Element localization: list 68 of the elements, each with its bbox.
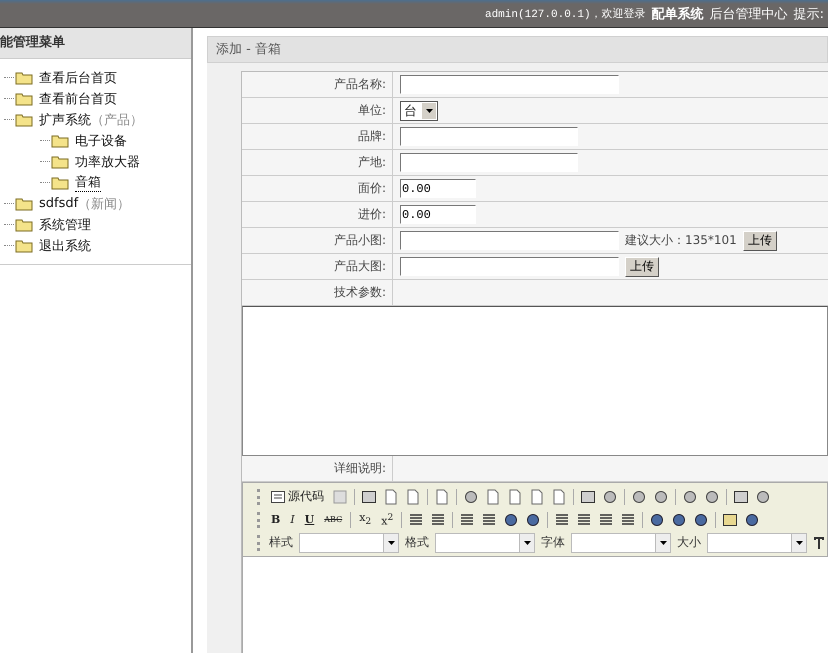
upload-button[interactable]: 上传 (742, 230, 777, 250)
source-button[interactable]: 源代码 (269, 488, 326, 505)
document-lines-icon (271, 490, 285, 502)
dropdown-label: 大小 (677, 534, 701, 551)
folder-icon (15, 238, 33, 252)
folder-icon (51, 134, 69, 148)
field-label: 单位: (242, 98, 393, 123)
hint-label: 提示: (794, 6, 824, 22)
field-label: 产地: (242, 150, 393, 175)
welcome-text: admin(127.0.0.1)，欢迎登录 (484, 6, 646, 21)
format-button[interactable]: B (269, 513, 282, 526)
sidebar-title: 能管理菜单 (0, 28, 191, 59)
dropdown-arrow-icon (524, 540, 530, 544)
dropdown-label: 样式 (269, 534, 293, 551)
system-name: 配单系统 (652, 6, 704, 22)
folder-icon (15, 70, 33, 84)
tree-item[interactable]: 退出系统 (39, 236, 91, 254)
input-field[interactable] (400, 127, 578, 146)
folder-icon (51, 176, 69, 190)
field-label: 产品大图: (242, 254, 393, 279)
document-icon[interactable] (434, 488, 450, 504)
field-label: 产品名称: (242, 72, 393, 97)
upload-button[interactable]: 上传 (625, 256, 659, 276)
tree-item-note: （新闻） (78, 196, 130, 212)
field-label: 品牌: (242, 124, 393, 149)
field-label: 面价: (242, 176, 393, 201)
tree-item[interactable]: 查看后台首页 (39, 68, 117, 86)
tree-item[interactable]: 扩声系统 (39, 110, 91, 128)
dropdown-label: 字体 (541, 534, 565, 551)
input-field[interactable]: 0.00 (400, 179, 476, 198)
tree-item[interactable]: 电子设备 (75, 132, 127, 150)
field-label: 技术参数: (242, 280, 393, 305)
format-button[interactable]: ABC (322, 515, 344, 524)
dropdown-label: 格式 (405, 534, 429, 551)
input-field[interactable] (400, 153, 578, 172)
tree-item[interactable]: 功率放大器 (75, 152, 140, 170)
input-field[interactable]: 0.00 (400, 205, 476, 224)
tree-item[interactable]: sdfsdf (39, 196, 78, 211)
format-button[interactable]: U (302, 513, 316, 526)
script-button[interactable]: x$_{2}$ (357, 511, 374, 528)
field-label: 产品小图: (242, 228, 393, 253)
admin-center-label: 后台管理中心 (710, 6, 788, 22)
size-hint: 建议大小：135*101 (625, 232, 737, 249)
tree-item[interactable]: 系统管理 (39, 216, 91, 234)
text-color-icon[interactable] (813, 534, 827, 550)
dropdown-arrow-icon (796, 540, 802, 544)
input-field[interactable] (400, 257, 619, 276)
folder-icon (15, 196, 33, 210)
new-page-icon[interactable] (383, 488, 399, 504)
dropdown-arrow-icon (388, 540, 394, 544)
format-button[interactable]: I (288, 513, 297, 526)
folder-icon (15, 112, 33, 126)
panel-title: 添加 - 音箱 (216, 42, 281, 57)
field-label: 详细说明: (242, 456, 393, 481)
dropdown-arrow-icon (426, 108, 432, 112)
folder-icon (15, 92, 33, 106)
folder-icon (51, 154, 69, 168)
tree-item[interactable]: 音箱 (75, 173, 101, 192)
field-label: 进价: (242, 202, 393, 227)
unit-dropdown[interactable]: 台 (400, 100, 438, 120)
justify-icon[interactable] (620, 512, 636, 528)
input-field[interactable] (400, 75, 619, 94)
input-field[interactable] (400, 231, 619, 250)
folder-icon (15, 218, 33, 232)
tree-item[interactable]: 查看前台首页 (39, 90, 117, 108)
script-button[interactable]: x$^{2}$ (379, 512, 396, 528)
dropdown-arrow-icon (660, 540, 666, 544)
tree-item-note: （产品） (91, 112, 143, 128)
